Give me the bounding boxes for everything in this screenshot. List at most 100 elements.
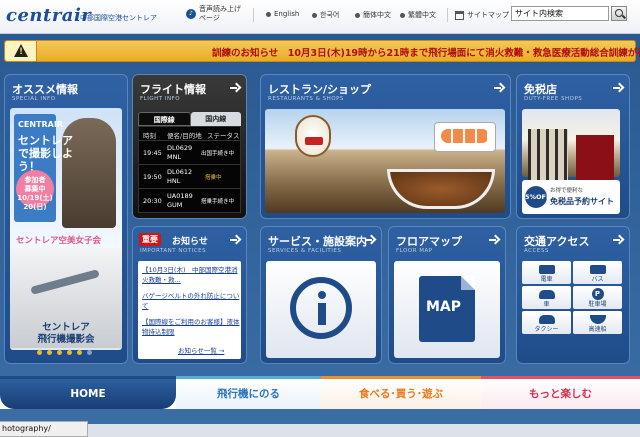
panel-subtitle: IMPORTANT NOTICES bbox=[140, 248, 207, 254]
site-header: centrair 中部国際空港セントレア ♪ 音声読み上げ ページ Englis… bbox=[0, 0, 640, 34]
slide-dot[interactable] bbox=[37, 350, 42, 355]
sushi-image bbox=[435, 123, 495, 151]
notice-list-link[interactable]: お知らせ一覧 → bbox=[178, 345, 224, 355]
promo-big-text: 免税品予約サイト bbox=[550, 197, 614, 206]
notice-link[interactable]: 【国際線をご利用のお客様】液体物持込制限 bbox=[142, 317, 240, 337]
panel-title: お知らせ bbox=[172, 237, 208, 247]
duty-free-promo[interactable]: 5%OFF お得で便利な 免税品予約サイト bbox=[522, 180, 620, 214]
slide-indicator bbox=[37, 350, 92, 355]
notice-link[interactable]: 【10月3日(木) 中部国際空港消火救難・救... bbox=[142, 265, 240, 285]
slide-dot[interactable] bbox=[87, 350, 92, 355]
restaurants-image bbox=[265, 109, 505, 213]
nav-home[interactable]: HOME bbox=[0, 376, 176, 409]
arrow-right-icon bbox=[489, 235, 499, 245]
banner-headline: セントレアで撮影しよう！ bbox=[18, 134, 73, 173]
ferry-icon bbox=[589, 315, 606, 324]
simplified-chinese-link[interactable]: 簡体中文 bbox=[355, 10, 391, 20]
speaker-icon: ♪ bbox=[186, 9, 196, 19]
lantern-image bbox=[295, 115, 331, 157]
special-info-banner[interactable]: CENTRAIR セントレアで撮影しよう！ 参加者 募集中 10/19(土) 2… bbox=[10, 108, 122, 350]
bus-icon bbox=[589, 265, 606, 274]
logo-subtitle: 中部国際空港セントレア bbox=[80, 14, 157, 22]
nav-fly[interactable]: 飛行機にのる bbox=[176, 376, 321, 409]
flight-info-panel[interactable]: フライト情報 FLIGHT INFO 国際線 国内線 時刻 便名/目的地 ステー… bbox=[132, 74, 247, 219]
car-icon bbox=[538, 290, 555, 299]
panel-title: サービス・施設案内 bbox=[268, 235, 367, 248]
services-facilities-panel[interactable]: サービス・施設案内 SERVICES & FACILITIES bbox=[260, 226, 382, 364]
bullet-icon bbox=[355, 12, 360, 18]
access-taxi[interactable]: タクシー bbox=[522, 311, 571, 334]
tab-international[interactable]: 国際線 bbox=[138, 112, 191, 126]
arrow-right-icon bbox=[365, 235, 375, 245]
access-train[interactable]: 電車 bbox=[522, 261, 571, 284]
arrow-right-icon bbox=[230, 83, 240, 93]
slide-dot[interactable] bbox=[67, 350, 72, 355]
centrair-logo[interactable]: centrair bbox=[6, 5, 91, 26]
sitemap-icon bbox=[455, 10, 464, 20]
notice-link[interactable]: バゲージベルトの外れ防止について bbox=[142, 291, 240, 311]
floor-map-tile: MAP bbox=[394, 261, 500, 358]
duty-free-panel[interactable]: 免税店 DUTY-FREE SHOPS 5%OFF お得で便利な 免税品予約サイ… bbox=[516, 74, 630, 219]
panel-title: フライト情報 bbox=[140, 83, 206, 96]
panel-subtitle: DUTY-FREE SHOPS bbox=[524, 96, 583, 102]
browser-status-bar: hotography/ bbox=[0, 421, 88, 437]
traditional-chinese-link[interactable]: 繁體中文 bbox=[400, 10, 436, 20]
global-nav: HOME 飛行機にのる 食べる･買う･遊ぶ もっと楽しむ bbox=[0, 376, 640, 409]
floor-map-panel[interactable]: フロアマップ FLOOR MAP MAP bbox=[388, 226, 506, 364]
arrow-right-icon[interactable] bbox=[230, 235, 240, 245]
taxi-icon bbox=[538, 315, 555, 324]
panel-title: オススメ情報 bbox=[12, 83, 78, 96]
site-search-input[interactable] bbox=[511, 6, 609, 21]
info-icon bbox=[290, 277, 352, 339]
bullet-icon bbox=[266, 11, 271, 17]
search-button[interactable] bbox=[611, 6, 627, 21]
access-bus[interactable]: バス bbox=[573, 261, 622, 284]
divider bbox=[253, 8, 254, 22]
panel-subtitle: ACCESS bbox=[524, 248, 549, 254]
access-parking[interactable]: P 駐車場 bbox=[573, 286, 622, 309]
arrow-right-icon bbox=[494, 83, 504, 93]
panel-title: レストラン/ショップ bbox=[268, 83, 372, 96]
discount-badge: 5%OFF bbox=[525, 186, 550, 208]
korean-link[interactable]: 한국어 bbox=[312, 10, 339, 20]
panel-subtitle: SERVICES & FACILITIES bbox=[268, 248, 342, 254]
banner-brand: CENTRAIR bbox=[18, 120, 63, 129]
notice-list: 【10月3日(木) 中部国際空港消火救難・救... バゲージベルトの外れ防止につ… bbox=[138, 261, 241, 359]
flight-row[interactable]: 20:30 UA0189 GUM 搭乗手続き中 bbox=[139, 188, 240, 212]
voice-reader-link[interactable]: ♪ 音声読み上げ ページ bbox=[186, 5, 241, 23]
special-info-panel[interactable]: オススメ情報 SPECIAL INFO CENTRAIR セントレアで撮影しよう… bbox=[4, 74, 128, 364]
services-tile bbox=[266, 261, 376, 358]
arrow-right-icon[interactable] bbox=[613, 235, 623, 245]
panel-subtitle: SPECIAL INFO bbox=[12, 96, 56, 102]
panel-subtitle: FLIGHT INFO bbox=[140, 96, 181, 102]
dish-image bbox=[387, 169, 495, 209]
slide-dot[interactable] bbox=[47, 350, 52, 355]
slide-dot[interactable] bbox=[57, 350, 62, 355]
restaurants-shops-panel[interactable]: レストラン/ショップ RESTAURANTS & SHOPS bbox=[260, 74, 511, 219]
panel-title: 免税店 bbox=[524, 83, 557, 96]
flight-row[interactable]: 19:45 DL0629 MNL 出国手続き中 bbox=[139, 140, 240, 164]
access-car[interactable]: 車 bbox=[522, 286, 571, 309]
flight-row[interactable]: 19:50 DL0612 HNL 搭乗中 bbox=[139, 164, 240, 188]
banner-bottom-title: セントレア 飛行機撮影会 bbox=[37, 322, 95, 345]
tab-domestic[interactable]: 国内線 bbox=[190, 112, 241, 126]
slide-dot[interactable] bbox=[77, 350, 82, 355]
training-alert-bar[interactable]: 訓練のお知らせ 10月3日(木)19時から21時まで飛行場面にて消火救難・救急医… bbox=[4, 40, 640, 62]
warning-icon bbox=[5, 41, 37, 61]
bullet-icon bbox=[400, 12, 405, 18]
access-panel: 交通アクセス ACCESS 電車 バス 車 P 駐車場 タクシー 高速船 bbox=[516, 226, 630, 364]
important-notices-panel: 重要 お知らせ IMPORTANT NOTICES 【10月3日(木) 中部国際… bbox=[132, 226, 247, 364]
nav-eat-shop-play[interactable]: 食べる･買う･遊ぶ bbox=[321, 376, 481, 409]
duty-free-store-image bbox=[522, 109, 620, 189]
bullet-icon bbox=[312, 12, 317, 18]
flight-tabs: 国際線 国内線 bbox=[138, 112, 241, 126]
divider bbox=[447, 8, 448, 22]
sitemap-link[interactable]: サイトマップ bbox=[455, 10, 509, 20]
access-ferry[interactable]: 高速船 bbox=[573, 311, 622, 334]
alert-text: 訓練のお知らせ 10月3日(木)19時から21時まで飛行場面にて消火救難・救急医… bbox=[212, 48, 640, 59]
arrow-right-icon bbox=[613, 83, 623, 93]
promo-small-text: お得で便利な bbox=[550, 188, 584, 194]
map-label: MAP bbox=[426, 299, 462, 315]
nav-enjoy-more[interactable]: もっと楽しむ bbox=[481, 376, 640, 409]
english-link[interactable]: English bbox=[266, 10, 299, 18]
